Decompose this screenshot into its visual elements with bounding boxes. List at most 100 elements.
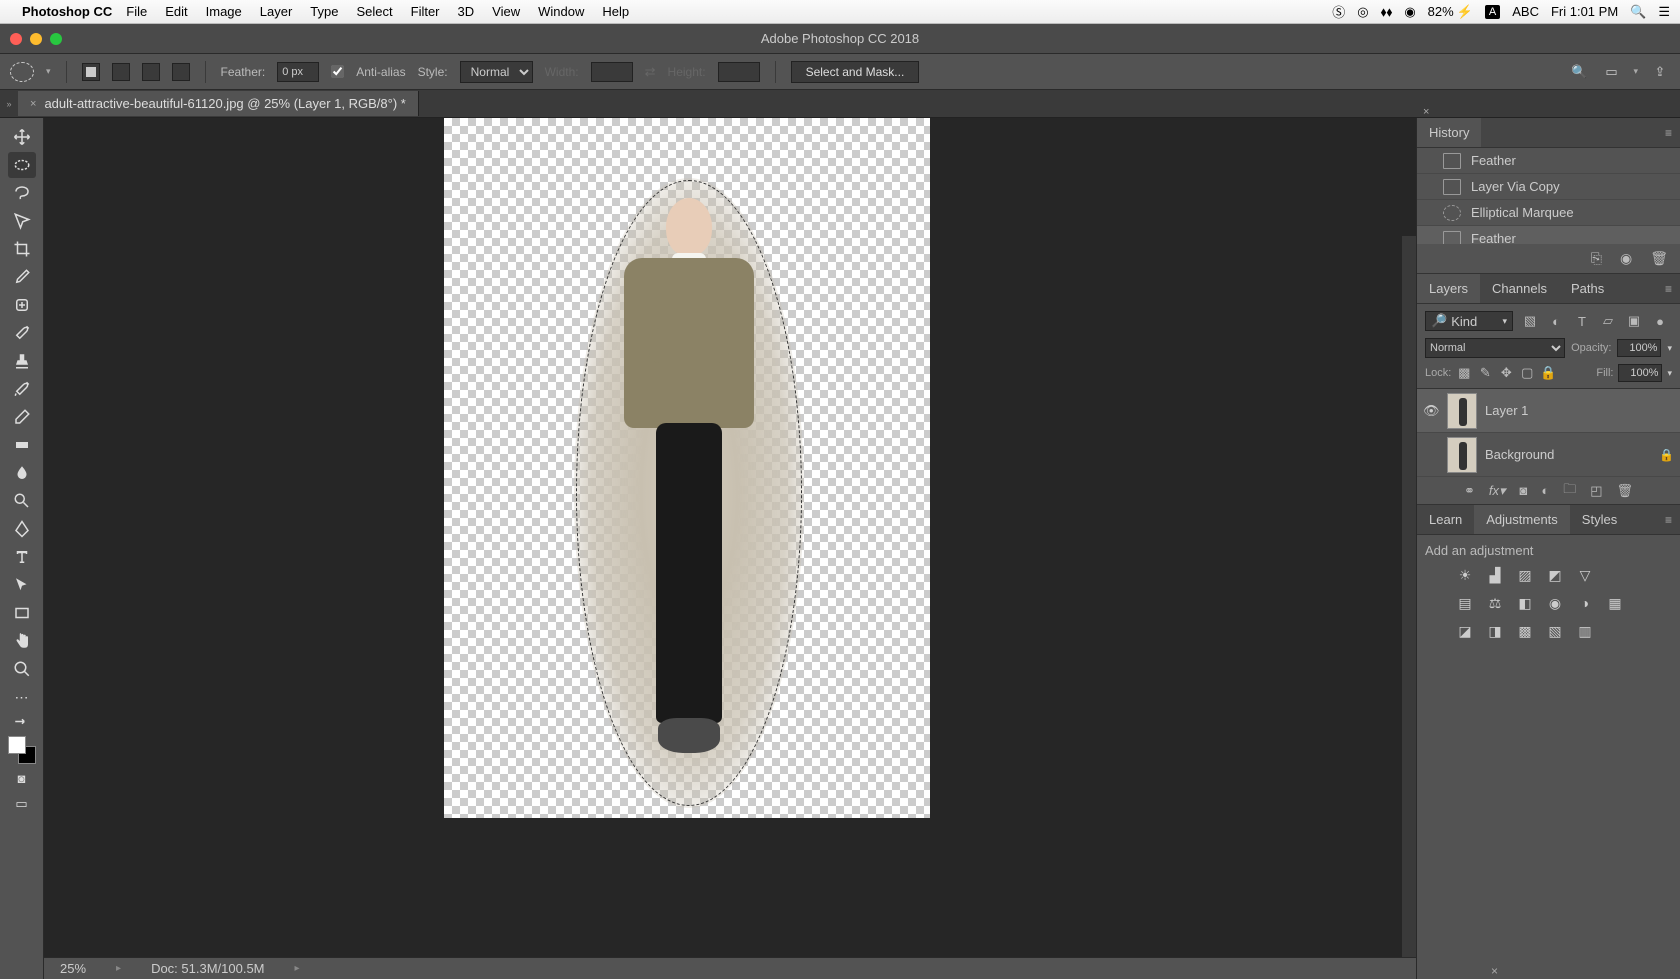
camera-icon[interactable]: ◉	[1620, 250, 1632, 267]
menu-help[interactable]: Help	[602, 4, 629, 19]
dropbox-icon[interactable]: ⬧⬧	[1381, 4, 1393, 20]
menu-image[interactable]: Image	[206, 4, 242, 19]
lasso-tool[interactable]	[8, 180, 36, 206]
app-name[interactable]: Photoshop CC	[22, 4, 112, 19]
filter-type-icon[interactable]: T	[1573, 314, 1591, 329]
threshold-icon[interactable]: ▩	[1515, 622, 1535, 640]
move-tool[interactable]	[8, 124, 36, 150]
marquee-tool[interactable]	[8, 152, 36, 178]
filter-smart-icon[interactable]: ▣	[1625, 313, 1643, 329]
opacity-input[interactable]	[1617, 339, 1661, 357]
history-item[interactable]: Feather	[1417, 148, 1680, 174]
menu-file[interactable]: File	[126, 4, 147, 19]
history-brush-tool[interactable]	[8, 376, 36, 402]
type-tool[interactable]	[8, 544, 36, 570]
gradient-tool[interactable]	[8, 432, 36, 458]
clock[interactable]: Fri 1:01 PM	[1551, 4, 1618, 19]
selection-intersect-icon[interactable]	[172, 63, 190, 81]
input-source[interactable]: A	[1485, 5, 1500, 19]
curves-icon[interactable]: ▨	[1515, 566, 1535, 584]
layer-row[interactable]: 👁 Layer 1	[1417, 389, 1680, 433]
panel-close-icon[interactable]: ×	[1423, 106, 1429, 118]
expand-panels-icon[interactable]: »	[0, 90, 18, 117]
adjustments-tab[interactable]: Adjustments	[1474, 505, 1570, 534]
fx-icon[interactable]: fx▾	[1489, 483, 1506, 499]
zoom-window-button[interactable]	[50, 33, 62, 45]
selection-new-icon[interactable]	[82, 63, 100, 81]
minimize-window-button[interactable]	[30, 33, 42, 45]
link-icon[interactable]: ⚭	[1464, 483, 1475, 499]
adjustment-layer-icon[interactable]: ◐	[1541, 483, 1549, 498]
menu-filter[interactable]: Filter	[411, 4, 440, 19]
vibrance-icon[interactable]: ▽	[1575, 566, 1595, 584]
skype-icon[interactable]: Ⓢ	[1332, 2, 1345, 21]
layer-row[interactable]: Background 🔒	[1417, 433, 1680, 477]
close-window-button[interactable]	[10, 33, 22, 45]
document-canvas[interactable]	[444, 118, 930, 818]
color-swatches[interactable]	[8, 736, 36, 764]
tool-preset-dropdown[interactable]: ▾	[46, 66, 51, 77]
lock-position-icon[interactable]: ✥	[1498, 365, 1514, 381]
new-snapshot-icon[interactable]: ⎘	[1591, 250, 1602, 267]
learn-tab[interactable]: Learn	[1417, 505, 1474, 534]
screen-mode-icon[interactable]: ▭	[8, 792, 36, 816]
filter-kind-select[interactable]: 🔎Kind ▾	[1425, 311, 1513, 331]
history-item[interactable]: Feather	[1417, 226, 1680, 244]
blend-mode-select[interactable]: Normal	[1425, 338, 1565, 358]
search-icon[interactable]: 🔍	[1569, 63, 1589, 81]
battery-status[interactable]: 82%⚡	[1428, 4, 1473, 20]
layers-menu-icon[interactable]: ≡	[1657, 282, 1680, 296]
foreground-color[interactable]	[8, 736, 26, 754]
menu-type[interactable]: Type	[310, 4, 338, 19]
quick-select-tool[interactable]	[8, 208, 36, 234]
invert-icon[interactable]: ◪	[1455, 622, 1475, 640]
channels-tab[interactable]: Channels	[1480, 274, 1559, 303]
exposure-icon[interactable]: ◩	[1545, 566, 1565, 584]
menu-layer[interactable]: Layer	[260, 4, 293, 19]
stamp-tool[interactable]	[8, 348, 36, 374]
history-item[interactable]: Elliptical Marquee	[1417, 200, 1680, 226]
select-and-mask-button[interactable]: Select and Mask...	[791, 61, 920, 83]
brightness-icon[interactable]: ☀	[1455, 566, 1475, 584]
paths-tab[interactable]: Paths	[1559, 274, 1616, 303]
layer-thumbnail[interactable]	[1447, 393, 1477, 429]
mask-icon[interactable]: ◙	[1520, 483, 1528, 498]
delete-layer-icon[interactable]: 🗑	[1617, 483, 1634, 499]
eraser-tool[interactable]	[8, 404, 36, 430]
gradient-map-icon[interactable]: ▧	[1545, 622, 1565, 640]
quick-mask-icon[interactable]: ◙	[8, 766, 36, 790]
group-icon[interactable]: 🗀	[1563, 480, 1576, 502]
lock-artboard-icon[interactable]: ▢	[1519, 365, 1535, 381]
layer-name[interactable]: Background	[1485, 447, 1651, 462]
wifi-icon[interactable]: ◉	[1404, 4, 1415, 20]
bottom-close-icon[interactable]: ×	[1491, 964, 1498, 978]
layer-thumbnail[interactable]	[1447, 437, 1477, 473]
selection-subtract-icon[interactable]	[142, 63, 160, 81]
swap-colors-icon[interactable]	[8, 712, 36, 728]
filter-shape-icon[interactable]: ▱	[1599, 313, 1617, 329]
layer-name[interactable]: Layer 1	[1485, 403, 1674, 418]
antialias-checkbox[interactable]	[331, 65, 344, 78]
history-item[interactable]: Layer Via Copy	[1417, 174, 1680, 200]
hue-icon[interactable]: ▤	[1455, 594, 1475, 612]
history-tab[interactable]: History	[1417, 118, 1481, 147]
crop-tool[interactable]	[8, 236, 36, 262]
blur-tool[interactable]	[8, 460, 36, 486]
color-lookup-icon[interactable]: ▦	[1605, 594, 1625, 612]
menu-select[interactable]: Select	[356, 4, 392, 19]
eyedropper-tool[interactable]	[8, 264, 36, 290]
share-icon[interactable]: ⇪	[1650, 63, 1670, 81]
workspace-icon[interactable]: ▭	[1601, 63, 1621, 81]
fill-input[interactable]	[1618, 364, 1662, 382]
menu-window[interactable]: Window	[538, 4, 584, 19]
lock-transparency-icon[interactable]: ▩	[1456, 365, 1472, 381]
lock-image-icon[interactable]: ✎	[1477, 365, 1493, 381]
zoom-tool[interactable]	[8, 656, 36, 682]
filter-adjust-icon[interactable]: ◐	[1547, 314, 1565, 329]
path-select-tool[interactable]	[8, 572, 36, 598]
lock-icon[interactable]: 🔒	[1659, 448, 1674, 462]
menu-edit[interactable]: Edit	[165, 4, 187, 19]
document-tab[interactable]: × adult-attractive-beautiful-61120.jpg @…	[18, 91, 419, 116]
styles-tab[interactable]: Styles	[1570, 505, 1629, 534]
new-layer-icon[interactable]: ◰	[1590, 483, 1602, 499]
